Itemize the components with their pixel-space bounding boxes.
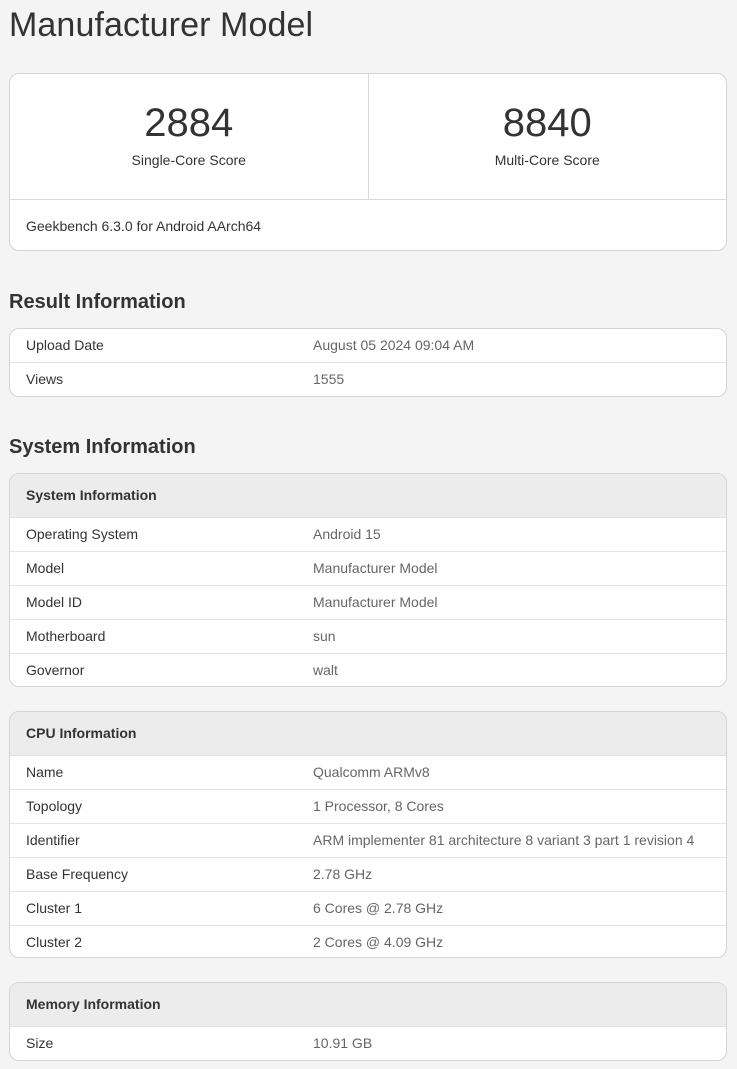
table-row: Governor walt <box>10 654 726 686</box>
row-key: Upload Date <box>26 337 104 353</box>
row-key: Operating System <box>26 526 139 542</box>
row-key: Model <box>26 560 65 576</box>
system-information-table: System Information Operating System Andr… <box>9 473 727 687</box>
table-header: Memory Information <box>10 983 726 1027</box>
single-core-score-value: 2884 <box>144 101 234 145</box>
row-value: 2.78 GHz <box>313 866 373 882</box>
row-key: Views <box>26 371 64 387</box>
row-value: 2 Cores @ 4.09 GHz <box>313 934 444 950</box>
row-key: Size <box>26 1035 54 1051</box>
row-value: walt <box>313 662 338 678</box>
table-header: System Information <box>10 474 726 518</box>
result-information-table: Upload Date August 05 2024 09:04 AM View… <box>9 328 727 397</box>
table-row: Model Manufacturer Model <box>10 552 726 586</box>
table-row: Upload Date August 05 2024 09:04 AM <box>10 329 726 363</box>
row-key: Cluster 1 <box>26 900 83 916</box>
table-row: Identifier ARM implementer 81 architectu… <box>10 824 726 858</box>
row-key: Governor <box>26 662 85 678</box>
row-value: August 05 2024 09:04 AM <box>313 337 475 353</box>
table-row: Operating System Android 15 <box>10 518 726 552</box>
row-value: Android 15 <box>313 526 381 542</box>
row-value: 10.91 GB <box>313 1035 373 1051</box>
table-row: Size 10.91 GB <box>10 1027 726 1060</box>
row-key: Name <box>26 764 64 780</box>
row-value: sun <box>313 628 336 644</box>
table-row: Model ID Manufacturer Model <box>10 586 726 620</box>
table-row: Cluster 2 2 Cores @ 4.09 GHz <box>10 926 726 957</box>
page: Manufacturer Model 2884 Single-Core Scor… <box>0 0 737 1069</box>
row-value: 1555 <box>313 371 345 387</box>
row-value: Manufacturer Model <box>313 560 438 576</box>
row-value: 1 Processor, 8 Cores <box>313 798 444 814</box>
row-value: ARM implementer 81 architecture 8 varian… <box>313 832 695 848</box>
multi-core-score-value: 8840 <box>502 101 592 145</box>
result-information-heading: Result Information <box>9 291 186 313</box>
row-key: Topology <box>26 798 83 814</box>
system-information-heading: System Information <box>9 436 196 458</box>
score-card: 2884 Single-Core Score 8840 Multi-Core S… <box>9 73 727 251</box>
table-row: Cluster 1 6 Cores @ 2.78 GHz <box>10 892 726 926</box>
table-row: Name Qualcomm ARMv8 <box>10 756 726 790</box>
benchmark-version: Geekbench 6.3.0 for Android AArch64 <box>26 218 262 234</box>
row-key: Motherboard <box>26 628 106 644</box>
row-key: Identifier <box>26 832 80 848</box>
single-core-score-label: Single-Core Score <box>131 152 246 168</box>
row-key: Base Frequency <box>26 866 128 882</box>
multi-core-score: 8840 Multi-Core Score <box>367 74 727 199</box>
row-value: Qualcomm ARMv8 <box>313 764 430 780</box>
memory-information-table: Memory Information Size 10.91 GB <box>9 982 727 1061</box>
row-key: Model ID <box>26 594 83 610</box>
table-row: Base Frequency 2.78 GHz <box>10 858 726 892</box>
table-row: Views 1555 <box>10 363 726 396</box>
row-value: Manufacturer Model <box>313 594 438 610</box>
cpu-information-table: CPU Information Name Qualcomm ARMv8 Topo… <box>9 711 727 958</box>
page-title: Manufacturer Model <box>9 6 314 44</box>
row-key: Cluster 2 <box>26 934 83 950</box>
table-header: CPU Information <box>10 712 726 756</box>
row-value: 6 Cores @ 2.78 GHz <box>313 900 444 916</box>
multi-core-score-label: Multi-Core Score <box>494 152 600 168</box>
table-row: Topology 1 Processor, 8 Cores <box>10 790 726 824</box>
table-row: Motherboard sun <box>10 620 726 654</box>
single-core-score: 2884 Single-Core Score <box>10 74 368 199</box>
score-row: 2884 Single-Core Score 8840 Multi-Core S… <box>10 74 726 200</box>
